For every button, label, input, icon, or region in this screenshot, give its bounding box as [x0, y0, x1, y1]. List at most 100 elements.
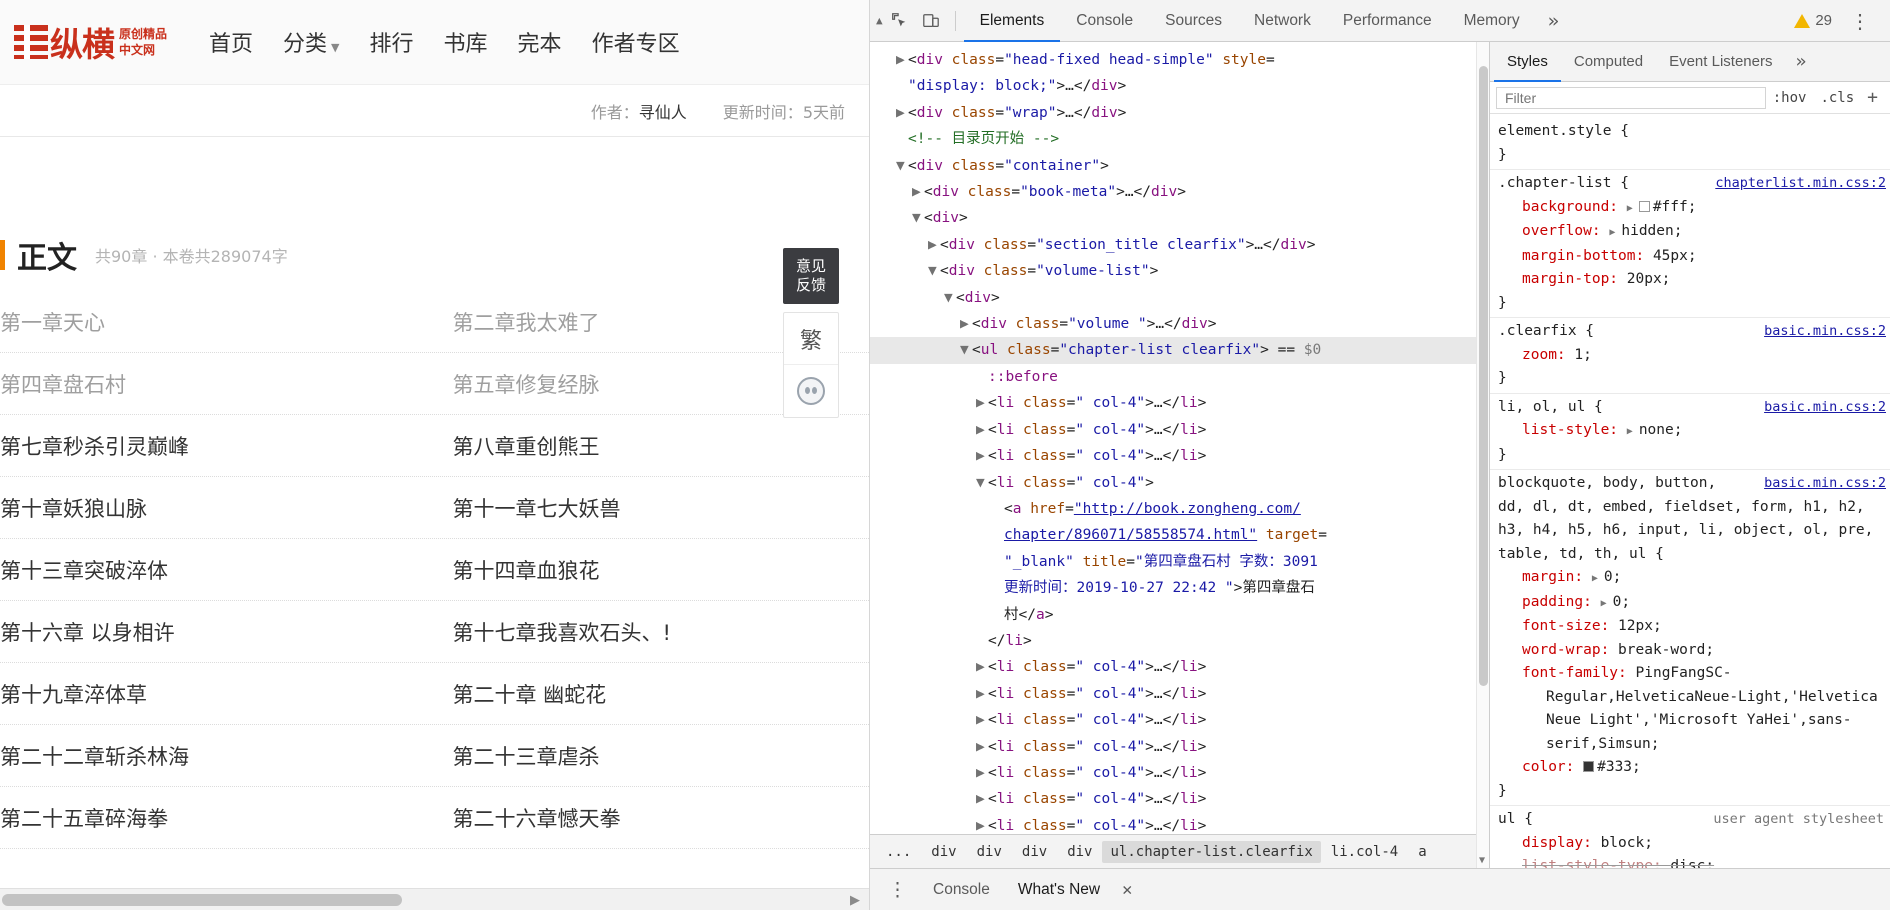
feedback-button[interactable]: 意见 反馈: [783, 248, 839, 304]
breadcrumb-item[interactable]: a: [1408, 844, 1436, 860]
collapse-triangle-icon[interactable]: ▼: [976, 470, 988, 496]
css-value[interactable]: 1;: [1574, 347, 1591, 363]
site-logo[interactable]: 纵横 原创精品 中文网: [14, 18, 167, 66]
traditional-chinese-toggle[interactable]: 繁: [784, 313, 838, 365]
css-declaration[interactable]: display: block;: [1498, 832, 1890, 856]
warning-badge[interactable]: 29: [1788, 12, 1838, 29]
chapter-link[interactable]: 第二十五章碎海拳: [0, 803, 435, 833]
breadcrumb-overflow[interactable]: ...: [876, 844, 921, 860]
expand-triangle-icon[interactable]: ▶: [976, 707, 988, 733]
css-rule[interactable]: basic.min.css:2 .clearfix {zoom: 1;}: [1490, 318, 1890, 394]
css-value[interactable]: PingFangSC-: [1636, 665, 1732, 681]
css-declaration[interactable]: padding: ▶ 0;: [1498, 591, 1890, 616]
css-declaration[interactable]: overflow: ▶ hidden;: [1498, 220, 1890, 245]
dom-node-line[interactable]: ▶ <div class="book-meta">…</div>: [870, 179, 1489, 205]
dom-node-line[interactable]: chapter/896071/58558574.html" target=: [870, 522, 1489, 548]
dom-node-line[interactable]: ▼ <div>: [870, 205, 1489, 231]
expand-triangle-icon[interactable]: ▶: [976, 734, 988, 760]
dom-node-line[interactable]: 更新时间：2019-10-27 22:42 ">第四章盘石: [870, 575, 1489, 601]
new-style-rule-button[interactable]: +: [1861, 87, 1884, 108]
breadcrumb-item[interactable]: div: [967, 844, 1012, 860]
css-value[interactable]: 45px;: [1653, 248, 1697, 264]
nav-item-category[interactable]: 分类 ▼: [283, 26, 339, 58]
css-selector[interactable]: dd, dl, dt, embed, fieldset, form, h1, h…: [1498, 496, 1890, 520]
expand-triangle-icon[interactable]: ▶: [976, 654, 988, 680]
breadcrumb-item[interactable]: div: [921, 844, 966, 860]
close-icon[interactable]: ✕: [1122, 880, 1132, 900]
dom-node-line[interactable]: <!-- 目录页开始 -->: [870, 126, 1489, 152]
expand-shorthand-icon[interactable]: ▶: [1609, 227, 1621, 238]
expand-triangle-icon[interactable]: ▶: [928, 232, 940, 258]
expand-triangle-icon[interactable]: ▶: [896, 100, 908, 126]
breadcrumb-item[interactable]: div: [1057, 844, 1102, 860]
css-value[interactable]: 0;: [1613, 594, 1630, 610]
chapter-link[interactable]: 第八章重创熊王: [435, 431, 870, 461]
css-source-link[interactable]: basic.min.css:2: [1764, 396, 1886, 420]
expand-triangle-icon[interactable]: ▶: [976, 681, 988, 707]
dom-node-line[interactable]: ▶ <li class=" col-4">…</li>: [870, 734, 1489, 760]
chapter-link[interactable]: 第十一章七大妖兽: [435, 493, 870, 523]
color-swatch[interactable]: [1583, 761, 1595, 772]
more-options-kebab-icon[interactable]: ⋮: [1842, 9, 1878, 33]
hov-state-button[interactable]: :hov: [1766, 90, 1814, 106]
css-declaration[interactable]: list-style: ▶ none;: [1498, 419, 1890, 444]
dom-token[interactable]: "http://book.zongheng.com/: [1074, 501, 1301, 517]
chapter-link[interactable]: 第十三章突破淬体: [0, 555, 435, 585]
scrollbar-thumb[interactable]: [1479, 66, 1488, 686]
dom-node-line[interactable]: ▶ <li class=" col-4">…</li>: [870, 443, 1489, 469]
inspect-element-icon[interactable]: [883, 6, 915, 36]
css-declaration[interactable]: zoom: 1;: [1498, 344, 1890, 368]
tab-event-listeners[interactable]: Event Listeners: [1656, 42, 1785, 82]
expand-triangle-icon[interactable]: ▶: [960, 311, 972, 337]
more-tabs-icon[interactable]: »: [1536, 10, 1571, 32]
expand-triangle-icon[interactable]: ▶: [912, 179, 924, 205]
page-horizontal-scrollbar[interactable]: ▶: [0, 888, 869, 910]
expand-shorthand-icon[interactable]: ▶: [1627, 426, 1639, 437]
css-declaration[interactable]: word-wrap: break-word;: [1498, 639, 1890, 663]
nav-item-author-zone[interactable]: 作者专区: [592, 26, 680, 58]
chapter-link[interactable]: 第四章盘石村: [0, 369, 435, 399]
dom-node-line[interactable]: ▶ <li class=" col-4">…</li>: [870, 654, 1489, 680]
styles-filter-input[interactable]: [1496, 86, 1766, 109]
more-styles-tabs-icon[interactable]: »: [1785, 51, 1816, 72]
css-value[interactable]: block;: [1601, 835, 1653, 851]
chapter-link[interactable]: 第十六章 以身相许: [0, 617, 435, 647]
drawer-tab-whats-new[interactable]: What's New: [1004, 869, 1114, 910]
css-value[interactable]: disc;: [1670, 858, 1714, 868]
expand-triangle-icon[interactable]: ▶: [976, 443, 988, 469]
css-value[interactable]: 12px;: [1618, 618, 1662, 634]
chapter-link[interactable]: 第十四章血狼花: [435, 555, 870, 585]
expand-shorthand-icon[interactable]: ▶: [1592, 573, 1604, 584]
nav-item-ranking[interactable]: 排行: [370, 26, 414, 58]
dom-node-line[interactable]: "display: block;">…</div>: [870, 73, 1489, 99]
chapter-link[interactable]: 第十七章我喜欢石头、!: [435, 617, 870, 647]
css-value[interactable]: break-word;: [1618, 642, 1714, 658]
tab-computed[interactable]: Computed: [1561, 42, 1656, 82]
expand-shorthand-icon[interactable]: ▶: [1627, 203, 1639, 214]
collapse-triangle-icon[interactable]: ▼: [928, 258, 940, 284]
dom-node-line[interactable]: ▶ <div class="volume ">…</div>: [870, 311, 1489, 337]
css-declaration[interactable]: font-family: PingFangSC-: [1498, 662, 1890, 686]
dom-node-line[interactable]: ▶ <div class="head-fixed head-simple" sty…: [870, 47, 1489, 73]
dom-node-line[interactable]: ▶ <li class=" col-4">…</li>: [870, 813, 1489, 834]
nav-item-library[interactable]: 书库: [444, 26, 488, 58]
chapter-link[interactable]: 第二十三章虐杀: [435, 741, 870, 771]
expand-triangle-icon[interactable]: ▶: [976, 390, 988, 416]
css-declaration[interactable]: margin-bottom: 45px;: [1498, 245, 1890, 269]
dom-node-line[interactable]: ▶ <li class=" col-4">…</li>: [870, 707, 1489, 733]
css-declaration[interactable]: list-style-type: disc;: [1498, 855, 1890, 868]
css-selector[interactable]: table, td, th, ul {: [1498, 543, 1890, 567]
collapse-triangle-icon[interactable]: ▼: [944, 285, 956, 311]
chapter-link[interactable]: 第十章妖狼山脉: [0, 493, 435, 523]
dom-node-line[interactable]: ...▼<ul class="chapter-list clearfix"> =…: [870, 337, 1489, 364]
tab-network[interactable]: Network: [1238, 0, 1327, 42]
css-value[interactable]: 20px;: [1627, 271, 1671, 287]
expand-triangle-icon[interactable]: ▶: [896, 47, 908, 73]
qq-contact-button[interactable]: [784, 365, 838, 417]
tab-elements[interactable]: Elements: [964, 0, 1061, 42]
scroll-down-arrow-icon[interactable]: ▼: [1479, 855, 1485, 866]
dom-node-line[interactable]: ::before: [870, 364, 1489, 390]
nav-item-completed[interactable]: 完本: [518, 26, 562, 58]
dom-tree-scrollbar[interactable]: ▼: [1476, 42, 1489, 868]
chapter-link[interactable]: 第七章秒杀引灵巅峰: [0, 431, 435, 461]
